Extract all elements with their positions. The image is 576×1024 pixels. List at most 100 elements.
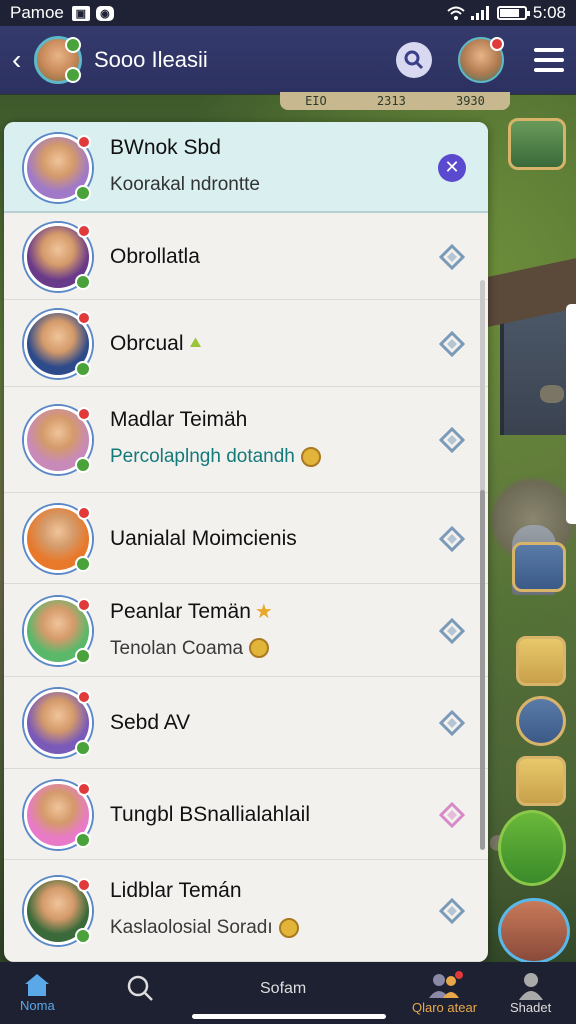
- nav-item-center[interactable]: Sofam: [260, 980, 306, 998]
- chat-action-button[interactable]: [438, 709, 466, 737]
- chat-action-button[interactable]: [438, 243, 466, 271]
- hud-value: EIO: [305, 94, 327, 108]
- chat-name-text: Obrollatla: [110, 244, 200, 268]
- chat-text: Uanialal Moimcienis: [110, 527, 428, 551]
- avatar[interactable]: [24, 222, 92, 291]
- clock: 5:08: [532, 3, 566, 22]
- online-badge: [65, 37, 81, 53]
- avatar[interactable]: [24, 133, 92, 202]
- nav-item-friends[interactable]: Qlaro atear: [412, 970, 477, 1015]
- coin-icon: [300, 446, 321, 467]
- home-icon: [25, 974, 50, 996]
- back-button[interactable]: ‹: [12, 44, 30, 75]
- chat-action-button[interactable]: [438, 801, 466, 829]
- diamond-icon: [439, 898, 465, 924]
- chat-action-button[interactable]: [438, 330, 466, 358]
- diamond-icon: [439, 710, 465, 736]
- online-badge: [75, 928, 91, 944]
- diamond-icon: [439, 525, 465, 552]
- close-icon: ✕: [438, 153, 466, 182]
- nav-item-profile[interactable]: Shadet: [510, 970, 551, 1015]
- chat-action-button[interactable]: [438, 426, 466, 454]
- game-shop-button[interactable]: [508, 118, 566, 170]
- nav-label-home: Noma: [20, 998, 55, 1013]
- chat-name: Madlar Teimäh: [110, 408, 428, 432]
- chat-row[interactable]: Lidblar Temán Kaslaolosial Soradı: [4, 860, 488, 962]
- avatar[interactable]: [24, 877, 92, 945]
- chat-text: BWnok Sbd Koorakal ndrontte: [110, 136, 428, 196]
- coin-icon: [278, 917, 299, 938]
- home-indicator[interactable]: [192, 1014, 386, 1019]
- chat-row[interactable]: Sebd AV: [4, 677, 488, 769]
- chat-action-button[interactable]: [438, 897, 466, 925]
- notification-badge: [77, 781, 91, 796]
- chat-action-button[interactable]: [438, 617, 466, 645]
- chat-preview: Koorakal ndrontte: [110, 174, 428, 196]
- coin-icon: [249, 638, 270, 659]
- chat-name-text: Sebd AV: [110, 711, 191, 734]
- diamond-icon: [439, 801, 465, 828]
- avatar[interactable]: [24, 309, 92, 378]
- game-hud: EIO 2313 3930: [280, 92, 510, 110]
- avatar[interactable]: [24, 689, 92, 757]
- edge-handle[interactable]: [566, 304, 576, 524]
- nav-item-home[interactable]: Noma: [20, 972, 55, 1013]
- profile-avatar[interactable]: [458, 37, 504, 83]
- chat-row[interactable]: Obrcual ⯅: [4, 300, 488, 387]
- chat-row[interactable]: Tungbl BSnallialahlail: [4, 769, 488, 860]
- chat-text: Lidblar Temán Kaslaolosial Soradı: [110, 879, 428, 939]
- leaf-icon: ⯅: [187, 332, 204, 355]
- chat-preview-text: Koorakal ndrontte: [110, 173, 260, 195]
- menu-button[interactable]: [534, 48, 564, 72]
- chat-row[interactable]: Peanlar Temän ★ Tenolan Coama: [4, 584, 488, 677]
- nav-label-center: Sofam: [260, 980, 307, 997]
- chat-action-button[interactable]: [438, 525, 466, 553]
- game-item-button[interactable]: [512, 542, 566, 592]
- diamond-icon: [439, 243, 465, 270]
- online-badge: [75, 273, 91, 290]
- chat-name: Uanialal Moimcienis: [110, 527, 428, 551]
- star-icon: ★: [254, 600, 273, 623]
- online-badge: [75, 184, 91, 201]
- avatar[interactable]: [24, 406, 92, 474]
- chat-row[interactable]: Madlar Teimäh Percolaplngh dotandh: [4, 387, 488, 493]
- page-title: Sooo Ileasii: [94, 47, 208, 72]
- chat-row[interactable]: BWnok Sbd Koorakal ndrontte ✕: [4, 122, 488, 213]
- friends-icon: [428, 971, 463, 998]
- signal-icon: [470, 6, 489, 20]
- notification-icon: ◉: [95, 5, 114, 21]
- chat-row[interactable]: Obrollatla: [4, 213, 488, 300]
- background-rock: [540, 385, 564, 403]
- chat-preview-text: Tenolan Coama: [110, 637, 244, 659]
- scrollbar-thumb[interactable]: [480, 490, 485, 850]
- avatar[interactable]: [24, 596, 92, 665]
- group-avatar[interactable]: [34, 36, 82, 84]
- chat-name: Peanlar Temän ★: [110, 599, 428, 624]
- close-button[interactable]: ✕: [438, 153, 466, 182]
- chat-name-text: Uanialal Moimcienis: [110, 526, 297, 550]
- wifi-icon: [447, 6, 465, 20]
- notification-badge: [77, 407, 91, 421]
- app-bar: ‹ Sooo Ileasii: [0, 26, 576, 94]
- notification-badge: [77, 878, 91, 892]
- avatar[interactable]: [24, 780, 92, 849]
- game-character-button[interactable]: [498, 898, 570, 964]
- chat-name: BWnok Sbd: [110, 136, 428, 160]
- search-button[interactable]: [396, 42, 432, 78]
- online-badge: [75, 457, 91, 473]
- search-icon: [127, 975, 153, 1001]
- chat-row[interactable]: Uanialal Moimcienis: [4, 493, 488, 584]
- nav-item-search[interactable]: [126, 974, 154, 1002]
- game-avatar-button[interactable]: [516, 696, 566, 746]
- online-badge: [75, 740, 91, 756]
- nav-label-friends: Qlaro atear: [412, 1000, 478, 1015]
- hud-value: 3930: [455, 94, 485, 108]
- game-tool-button[interactable]: [516, 756, 566, 806]
- chat-text: Tungbl BSnallialahlail: [110, 803, 428, 827]
- chat-preview: Tenolan Coama: [110, 638, 428, 660]
- avatar[interactable]: [24, 504, 92, 573]
- diamond-icon: [439, 617, 465, 644]
- notification-badge: [77, 690, 91, 704]
- game-action-button[interactable]: [498, 810, 566, 886]
- game-star-button[interactable]: [516, 636, 566, 686]
